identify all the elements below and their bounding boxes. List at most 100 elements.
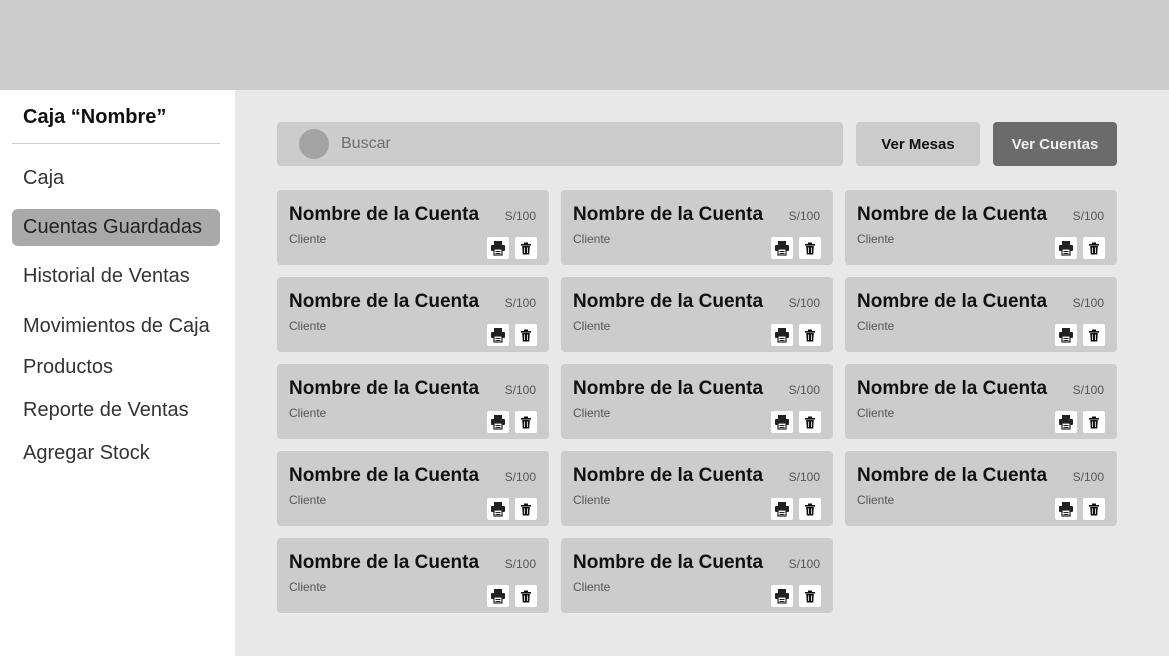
delete-button[interactable]: [1083, 237, 1105, 259]
top-bar: [0, 0, 1169, 90]
account-card[interactable]: Nombre de la Cuenta S/100 Cliente: [277, 538, 549, 613]
trash-icon: [520, 242, 532, 255]
account-card[interactable]: Nombre de la Cuenta S/100 Cliente: [845, 277, 1117, 352]
printer-icon: [1058, 414, 1074, 430]
account-card[interactable]: Nombre de la Cuenta S/100 Cliente: [277, 190, 549, 265]
printer-icon: [490, 414, 506, 430]
delete-button[interactable]: [515, 585, 537, 607]
account-card[interactable]: Nombre de la Cuenta S/100 Cliente: [561, 364, 833, 439]
print-button[interactable]: [1055, 324, 1077, 346]
delete-button[interactable]: [1083, 324, 1105, 346]
printer-icon: [490, 240, 506, 256]
sidebar-item-movimientos-de-caja[interactable]: Movimientos de Caja: [12, 308, 220, 345]
search-input[interactable]: [341, 122, 821, 166]
account-client: Cliente: [573, 580, 611, 594]
account-total: S/100: [504, 209, 536, 223]
account-card[interactable]: Nombre de la Cuenta S/100 Cliente: [845, 451, 1117, 526]
delete-button[interactable]: [799, 237, 821, 259]
print-button[interactable]: [771, 324, 793, 346]
account-client: Cliente: [573, 319, 611, 333]
print-button[interactable]: [487, 237, 509, 259]
print-button[interactable]: [487, 411, 509, 433]
account-card[interactable]: Nombre de la Cuenta S/100 Cliente: [561, 538, 833, 613]
delete-button[interactable]: [515, 237, 537, 259]
trash-icon: [520, 329, 532, 342]
account-name: Nombre de la Cuenta: [573, 378, 764, 399]
print-button[interactable]: [487, 585, 509, 607]
trash-icon: [804, 242, 816, 255]
trash-icon: [1088, 503, 1100, 516]
account-name: Nombre de la Cuenta: [289, 552, 480, 573]
print-button[interactable]: [1055, 411, 1077, 433]
account-name: Nombre de la Cuenta: [573, 291, 764, 312]
ver-cuentas-button[interactable]: Ver Cuentas: [993, 122, 1117, 166]
sidebar-item-agregar-stock[interactable]: Agregar Stock: [12, 435, 220, 472]
account-name: Nombre de la Cuenta: [289, 465, 480, 486]
account-total: S/100: [788, 470, 820, 484]
account-card[interactable]: Nombre de la Cuenta S/100 Cliente: [277, 451, 549, 526]
print-button[interactable]: [487, 498, 509, 520]
account-client: Cliente: [289, 493, 327, 507]
delete-button[interactable]: [515, 498, 537, 520]
account-card[interactable]: Nombre de la Cuenta S/100 Cliente: [561, 190, 833, 265]
account-total: S/100: [1072, 209, 1104, 223]
account-card[interactable]: Nombre de la Cuenta S/100 Cliente: [277, 364, 549, 439]
account-name: Nombre de la Cuenta: [289, 291, 480, 312]
account-client: Cliente: [289, 580, 327, 594]
delete-button[interactable]: [799, 411, 821, 433]
delete-button[interactable]: [515, 324, 537, 346]
account-name: Nombre de la Cuenta: [289, 204, 480, 225]
account-name: Nombre de la Cuenta: [857, 204, 1048, 225]
account-card[interactable]: Nombre de la Cuenta S/100 Cliente: [845, 190, 1117, 265]
trash-icon: [1088, 329, 1100, 342]
sidebar: Caja “Nombre” Caja Cuentas Guardadas His…: [0, 90, 235, 656]
account-client: Cliente: [573, 493, 611, 507]
delete-button[interactable]: [1083, 498, 1105, 520]
account-card[interactable]: Nombre de la Cuenta S/100 Cliente: [561, 451, 833, 526]
account-client: Cliente: [857, 406, 895, 420]
printer-icon: [774, 588, 790, 604]
account-name: Nombre de la Cuenta: [857, 291, 1048, 312]
account-total: S/100: [788, 209, 820, 223]
delete-button[interactable]: [799, 585, 821, 607]
sidebar-item-historial-de-ventas[interactable]: Historial de Ventas: [12, 258, 220, 295]
search-icon: [299, 129, 329, 159]
trash-icon: [520, 590, 532, 603]
account-card[interactable]: Nombre de la Cuenta S/100 Cliente: [277, 277, 549, 352]
delete-button[interactable]: [1083, 411, 1105, 433]
account-total: S/100: [788, 557, 820, 571]
account-client: Cliente: [289, 232, 327, 246]
printer-icon: [490, 501, 506, 517]
delete-button[interactable]: [799, 324, 821, 346]
sidebar-item-reporte-de-ventas[interactable]: Reporte de Ventas: [12, 392, 220, 429]
search-bar[interactable]: [277, 122, 843, 166]
ver-mesas-button[interactable]: Ver Mesas: [856, 122, 980, 166]
printer-icon: [1058, 327, 1074, 343]
account-name: Nombre de la Cuenta: [857, 378, 1048, 399]
account-total: S/100: [1072, 296, 1104, 310]
account-total: S/100: [788, 296, 820, 310]
print-button[interactable]: [771, 237, 793, 259]
trash-icon: [804, 416, 816, 429]
sidebar-item-productos[interactable]: Productos: [12, 349, 220, 386]
account-client: Cliente: [573, 232, 611, 246]
print-button[interactable]: [1055, 498, 1077, 520]
print-button[interactable]: [771, 585, 793, 607]
account-total: S/100: [504, 470, 536, 484]
account-total: S/100: [504, 296, 536, 310]
delete-button[interactable]: [799, 498, 821, 520]
print-button[interactable]: [487, 324, 509, 346]
printer-icon: [774, 240, 790, 256]
delete-button[interactable]: [515, 411, 537, 433]
trash-icon: [804, 590, 816, 603]
account-card[interactable]: Nombre de la Cuenta S/100 Cliente: [561, 277, 833, 352]
print-button[interactable]: [1055, 237, 1077, 259]
sidebar-item-caja[interactable]: Caja: [12, 160, 220, 197]
print-button[interactable]: [771, 498, 793, 520]
print-button[interactable]: [771, 411, 793, 433]
account-card[interactable]: Nombre de la Cuenta S/100 Cliente: [845, 364, 1117, 439]
printer-icon: [774, 501, 790, 517]
printer-icon: [1058, 501, 1074, 517]
sidebar-item-cuentas-guardadas[interactable]: Cuentas Guardadas: [12, 209, 220, 246]
account-name: Nombre de la Cuenta: [573, 465, 764, 486]
